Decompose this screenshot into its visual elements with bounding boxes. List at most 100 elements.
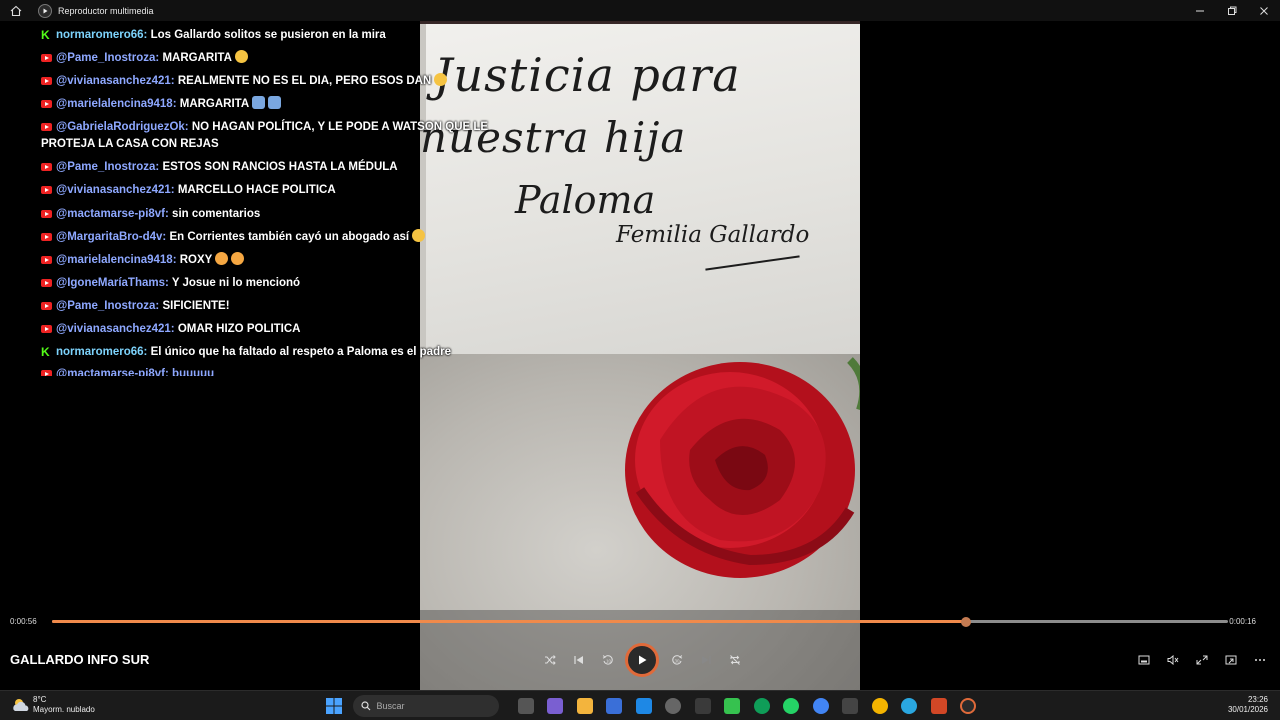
chat-username: @Pame_Inostroza: — [56, 300, 160, 312]
shuffle-button[interactable] — [535, 645, 564, 675]
whatsapp-button[interactable] — [778, 694, 804, 718]
chat-text: REALMENTE NO ES EL DIA, PERO ESOS DAN — [177, 75, 432, 87]
chat-username: @marielalencina9418: — [56, 98, 177, 110]
file-explorer-button[interactable] — [572, 694, 598, 718]
youtube-icon — [41, 255, 52, 264]
restore-button[interactable] — [1216, 0, 1248, 21]
windows-logo-icon — [326, 698, 342, 714]
chat-text: ESTOS SON RANCIOS HASTA LA MÉDULA — [162, 161, 398, 173]
media-player-window: Reproductor multimedia Justicia para nue… — [0, 0, 1280, 720]
chat-username: @vivianasanchez421: — [56, 323, 175, 335]
secondary-controls — [1129, 648, 1274, 672]
outlook-button[interactable] — [631, 694, 657, 718]
whatsapp-icon — [783, 698, 799, 714]
app-icon — [665, 698, 681, 714]
chat-text: En Corrientes también cayó un abogado as… — [169, 231, 410, 243]
previous-button[interactable] — [564, 645, 593, 675]
chat-username: normaromero66: — [56, 346, 148, 358]
chat-message: @Pame_Inostroza: MARGARITA — [41, 50, 490, 67]
chat-text: sin comentarios — [172, 208, 261, 220]
chat-username: @vivianasanchez421: — [56, 184, 175, 196]
chat-username: @GabrielaRodriguezOk: — [56, 121, 189, 133]
chat-username: @vivianasanchez421: — [56, 75, 175, 87]
chat-username: @Pame_Inostroza: — [56, 52, 160, 64]
volume-button[interactable] — [1158, 648, 1187, 672]
chat-message: @marielalencina9418: MARGARITA — [41, 96, 490, 113]
miniplayer-button[interactable] — [1129, 648, 1158, 672]
task-view-button[interactable] — [513, 694, 539, 718]
taskbar-search[interactable]: Buscar — [352, 695, 499, 717]
app-button[interactable] — [837, 694, 863, 718]
play-icon — [639, 655, 647, 665]
app-button[interactable] — [660, 694, 686, 718]
seek-bar-thumb[interactable] — [960, 617, 971, 627]
media-title: GALLARDO INFO SUR — [10, 652, 150, 667]
edge-icon — [753, 698, 770, 714]
more-options-button[interactable] — [1245, 648, 1274, 672]
edge-button[interactable] — [749, 694, 775, 718]
folder-icon — [576, 698, 593, 714]
rewind-10-icon: 10 — [602, 655, 613, 665]
weather-condition: Mayorm. nublado — [33, 705, 95, 714]
app-button[interactable] — [690, 694, 716, 718]
forward-30-button[interactable]: 30 — [662, 645, 691, 675]
minimize-button[interactable] — [1184, 0, 1216, 21]
media-player-taskbar-button[interactable] — [955, 694, 981, 718]
close-button[interactable] — [1248, 0, 1280, 21]
chat-message: @mactamarse-pi8vf: sin comentarios — [41, 206, 490, 223]
rewind-10-button[interactable]: 10 — [593, 645, 622, 675]
chat-message: Knormaromero66: El único que ha faltado … — [41, 344, 490, 361]
chat-message: @vivianasanchez421: REALMENTE NO ES EL D… — [41, 73, 490, 90]
volume-mute-icon — [1167, 655, 1178, 665]
worried-emoji-icon — [412, 229, 426, 242]
youtube-icon — [41, 301, 52, 310]
youtube-icon — [41, 369, 52, 376]
chat-text: ROXY — [179, 254, 213, 266]
seek-bar[interactable] — [52, 617, 1228, 627]
hugging-emoji-icon — [234, 50, 248, 63]
system-clock[interactable]: 23:26 30/01/2026 — [1228, 695, 1268, 715]
start-button[interactable] — [321, 694, 347, 718]
store-icon — [606, 698, 622, 714]
chrome-button[interactable] — [808, 694, 834, 718]
chat-partial-text: @mactamarse-pi8vf: buuuuu — [56, 368, 215, 376]
store-button[interactable] — [601, 694, 627, 718]
clock-time: 23:26 — [1247, 695, 1268, 704]
repeat-button[interactable] — [720, 645, 749, 675]
powerpoint-button[interactable] — [926, 694, 952, 718]
cast-button[interactable] — [1216, 648, 1245, 672]
next-icon — [701, 656, 711, 664]
elapsed-time: 0:00:56 — [10, 617, 37, 626]
next-button[interactable] — [691, 645, 720, 675]
chat-text: SIFICIENTE! — [162, 300, 230, 312]
forward-30-icon: 30 — [671, 655, 682, 665]
task-view-icon — [517, 698, 534, 714]
remaining-time: 0:00:16 — [1229, 617, 1256, 626]
previous-icon — [573, 656, 583, 664]
youtube-icon — [41, 232, 52, 241]
chat-message: @vivianasanchez421: MARCELLO HACE POLITI… — [41, 182, 490, 199]
weather-widget[interactable]: 8°C Mayorm. nublado — [12, 695, 95, 715]
home-icon[interactable] — [8, 3, 24, 19]
kick-icon: K — [41, 345, 50, 360]
telegram-button[interactable] — [896, 694, 922, 718]
telegram-icon — [901, 698, 917, 714]
fullscreen-button[interactable] — [1187, 648, 1216, 672]
transport-controls: 10 30 — [535, 643, 749, 677]
green-app-icon — [724, 698, 740, 714]
teams-button[interactable] — [542, 694, 568, 718]
chat-username: @Pame_Inostroza: — [56, 161, 160, 173]
hearts-emoji-icon — [215, 252, 229, 265]
chat-message: @vivianasanchez421: OMAR HIZO POLITICA — [41, 321, 490, 338]
clock-date: 30/01/2026 — [1227, 705, 1268, 714]
cube-icon — [694, 698, 711, 714]
chrome-icon — [812, 698, 829, 714]
play-button[interactable] — [625, 643, 659, 677]
app-icon — [842, 698, 858, 714]
app-button[interactable] — [719, 694, 745, 718]
chat-message: @Pame_Inostroza: SIFICIENTE! — [41, 298, 490, 315]
chrome-button[interactable] — [867, 694, 893, 718]
youtube-icon — [41, 324, 52, 333]
media-player-icon — [960, 698, 976, 714]
teams-icon — [547, 698, 563, 714]
